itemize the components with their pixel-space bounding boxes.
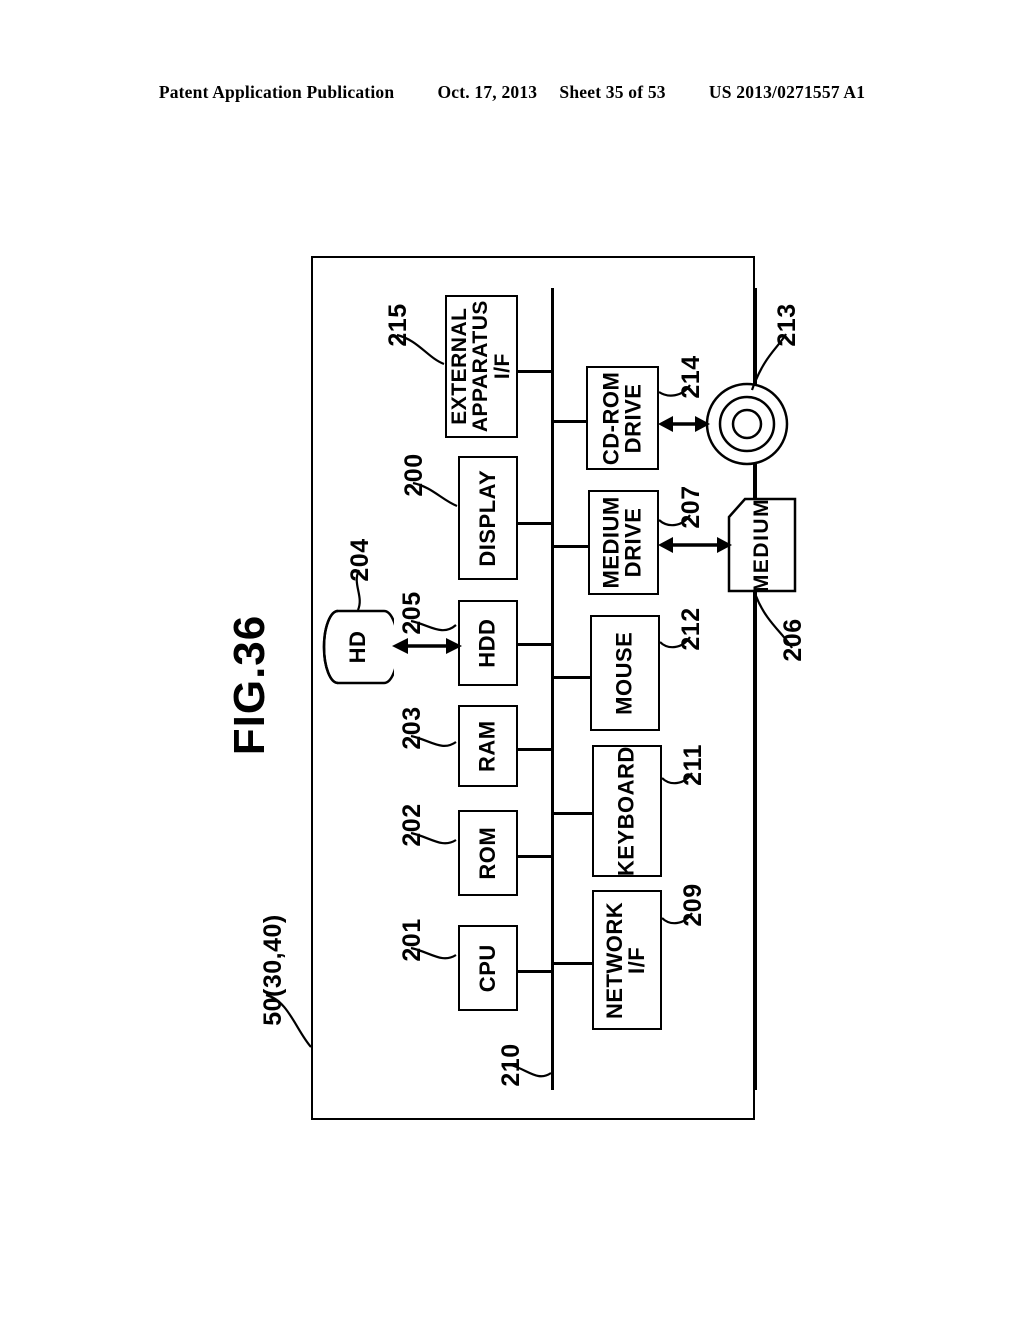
connector-ram (517, 748, 553, 751)
ref-215: 215 (383, 303, 412, 347)
connector-mouse (551, 676, 592, 679)
connector-hdd (517, 643, 553, 646)
block-medium-drive: MEDIUM DRIVE (588, 490, 659, 595)
block-hdd: HDD (458, 600, 518, 686)
connector-medium-drive (551, 545, 590, 548)
peripheral-medium: MEDIUM (727, 497, 797, 593)
block-ram: RAM (458, 705, 518, 787)
ref-200: 200 (399, 453, 428, 497)
block-label-rom: ROM (474, 826, 500, 880)
block-label-mouse: MOUSE (611, 631, 637, 715)
ref-211: 211 (678, 744, 707, 786)
patent-figure: FIG.36 EXTERNAL APPARATUS I/F DISPLAY HD… (0, 0, 1024, 1320)
ref-201: 201 (397, 918, 426, 962)
cd-disc-icon (705, 382, 789, 466)
figure-title: FIG.36 (225, 614, 274, 756)
link-line-disc-stack-top (754, 288, 757, 384)
block-label-medium-drive: MEDIUM DRIVE (599, 496, 647, 589)
connector-network-if (551, 962, 594, 965)
ref-204: 204 (345, 538, 374, 582)
block-rom: ROM (458, 810, 518, 896)
block-label-cd-rom-drive: CD-ROM DRIVE (598, 371, 646, 465)
connector-rom (517, 855, 553, 858)
block-label-hdd: HDD (474, 618, 500, 668)
ref-207: 207 (676, 485, 705, 529)
connector-cd-rom-drive (551, 420, 588, 423)
block-cd-rom-drive: CD-ROM DRIVE (586, 366, 659, 470)
ref-202: 202 (397, 803, 426, 847)
ref-203: 203 (397, 706, 426, 750)
block-mouse: MOUSE (590, 615, 660, 731)
link-line-medium-stack-bottom (754, 591, 757, 1090)
ref-205: 205 (397, 591, 426, 635)
block-label-external-apparatus-if: EXTERNAL APPARATUS I/F (448, 300, 515, 433)
block-label-cpu: CPU (474, 944, 500, 992)
block-external-apparatus-if: EXTERNAL APPARATUS I/F (445, 295, 518, 438)
block-label-ram: RAM (474, 720, 500, 772)
block-keyboard: KEYBOARD (592, 745, 662, 877)
peripheral-cd-rom-disc (705, 382, 789, 466)
ref-213: 213 (772, 303, 801, 347)
block-label-keyboard: KEYBOARD (613, 746, 639, 876)
peripheral-hd: HD (322, 609, 400, 685)
connector-cpu (517, 970, 553, 973)
ref-209: 209 (678, 883, 707, 927)
block-display: DISPLAY (458, 456, 518, 580)
connector-external-apparatus-if (517, 370, 553, 373)
block-network-if: NETWORK I/F (592, 890, 662, 1030)
connector-keyboard (551, 812, 594, 815)
block-label-display: DISPLAY (474, 469, 500, 567)
ref-214: 214 (676, 355, 705, 399)
peripheral-label-hd: HD (345, 630, 370, 664)
ref-50-30-40: 50(30,40) (258, 914, 287, 1026)
ref-212: 212 (676, 607, 705, 651)
connector-display (517, 522, 553, 525)
link-line-disc-to-medium (754, 464, 757, 500)
ref-210: 210 (496, 1043, 525, 1087)
ref-206: 206 (778, 618, 807, 662)
block-cpu: CPU (458, 925, 518, 1011)
arrow-cd-rom-drive-disc (658, 416, 710, 432)
block-label-network-if: NETWORK I/F (602, 901, 650, 1019)
